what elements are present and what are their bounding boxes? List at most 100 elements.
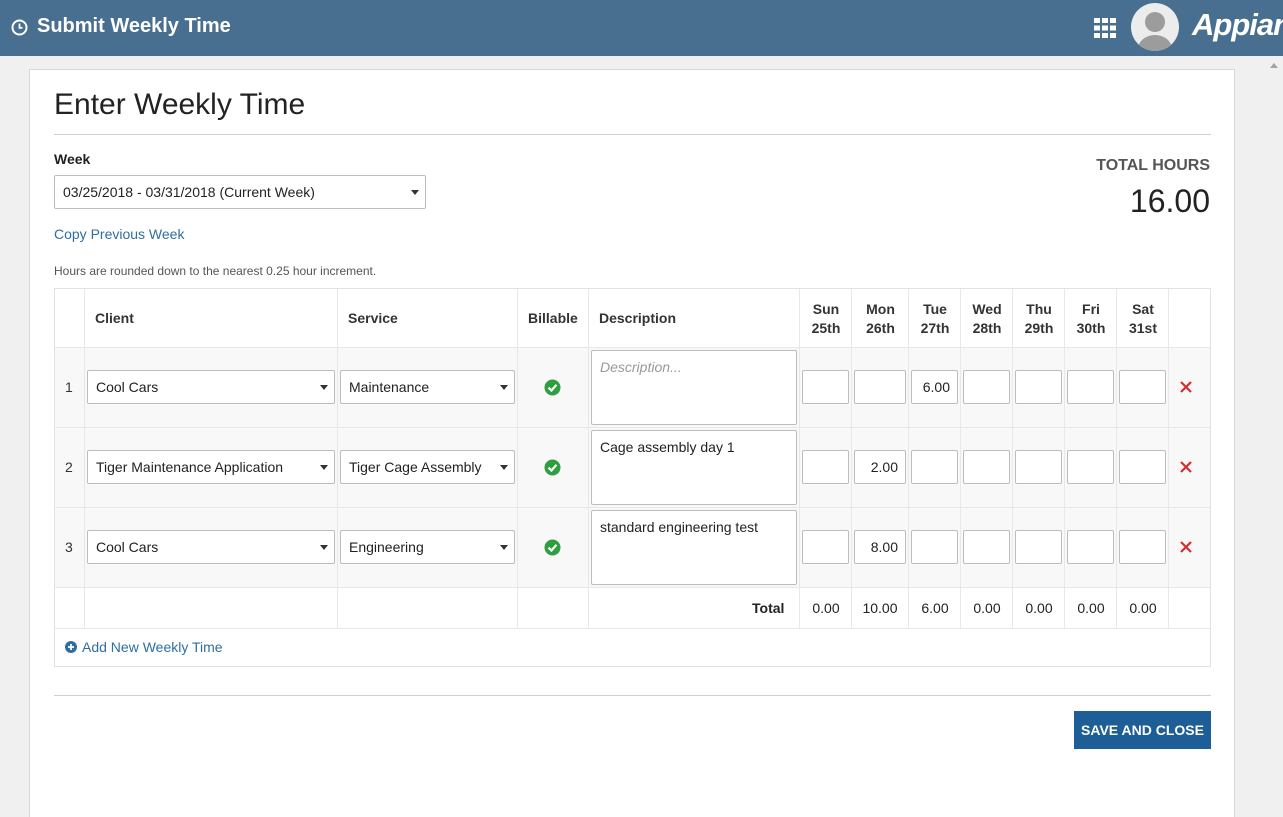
service-value: Engineering (349, 539, 424, 555)
hours-input-fri[interactable] (1067, 530, 1114, 564)
hours-input-tue[interactable]: 6.00 (911, 370, 958, 404)
grid-line (1012, 289, 1013, 629)
day-date: 25th (811, 320, 841, 336)
hours-input-fri[interactable] (1067, 370, 1114, 404)
week-dropdown-value: 03/25/2018 - 03/31/2018 (Current Week) (63, 184, 315, 200)
delete-row-icon[interactable] (1179, 380, 1193, 394)
apps-grid-icon[interactable] (1094, 18, 1116, 38)
app-title: Submit Weekly Time (37, 15, 231, 37)
hours-input-wed[interactable] (963, 450, 1010, 484)
add-link-label: Add New Weekly Time (82, 639, 223, 655)
caret-down-icon (500, 385, 508, 390)
caret-down-icon (411, 190, 419, 195)
service-dropdown[interactable]: Engineering (340, 530, 515, 564)
total-sun: 0.00 (812, 600, 840, 616)
hours-input-fri[interactable] (1067, 450, 1114, 484)
description-input[interactable]: Cage assembly day 1 (591, 430, 797, 505)
caret-down-icon (500, 545, 508, 550)
grid-line (851, 289, 852, 629)
hours-input-thu[interactable] (1015, 450, 1062, 484)
column-header-mon: Mon 26th (852, 300, 909, 338)
day-date: 31st (1128, 320, 1158, 336)
grid-line (960, 289, 961, 629)
grid-line (1116, 289, 1117, 629)
hours-input-tue[interactable] (911, 450, 958, 484)
day-name: Fri (1082, 301, 1100, 317)
day-name: Thu (1026, 301, 1052, 317)
column-header-fri: Fri 30th (1065, 300, 1117, 338)
description-value: standard engineering test (600, 519, 758, 535)
week-dropdown[interactable]: 03/25/2018 - 03/31/2018 (Current Week) (54, 175, 426, 209)
app-header: Submit Weekly Time Appian (0, 0, 1283, 56)
client-dropdown[interactable]: Tiger Maintenance Application (87, 450, 335, 484)
weekly-time-form: Enter Weekly Time Week 03/25/2018 - 03/3… (29, 69, 1235, 817)
grid-line (588, 289, 589, 629)
grid-line (55, 427, 1210, 428)
hours-input-wed[interactable] (963, 530, 1010, 564)
caret-down-icon (320, 545, 328, 550)
grid-line (517, 289, 518, 629)
clock-icon (11, 19, 28, 36)
day-date: 28th (972, 320, 1002, 336)
column-header-service: Service (348, 310, 398, 326)
hours-input-sun[interactable] (802, 530, 849, 564)
day-date: 29th (1024, 320, 1054, 336)
hours-input-mon[interactable]: 2.00 (854, 450, 906, 484)
hours-input-sun[interactable] (802, 370, 849, 404)
billable-check-icon (544, 459, 561, 476)
total-tue: 6.00 (921, 600, 949, 616)
hours-input-thu[interactable] (1015, 370, 1062, 404)
caret-down-icon (500, 465, 508, 470)
service-dropdown[interactable]: Maintenance (340, 370, 515, 404)
hours-input-mon[interactable]: 8.00 (854, 530, 906, 564)
user-silhouette-icon (1138, 12, 1172, 51)
scroll-up-arrow-icon[interactable] (1270, 63, 1278, 68)
hours-input-sat[interactable] (1119, 530, 1166, 564)
total-thu: 0.00 (1025, 600, 1053, 616)
total-fri: 0.00 (1077, 600, 1105, 616)
description-placeholder: Description... (600, 359, 682, 375)
row-number: 1 (65, 379, 73, 395)
description-value: Cage assembly day 1 (600, 439, 735, 455)
day-date: 26th (866, 320, 895, 336)
title-divider (54, 134, 1211, 135)
appian-logo: Appian (1192, 7, 1283, 42)
grid-line (337, 289, 338, 629)
delete-row-icon[interactable] (1179, 540, 1193, 554)
footer-divider (54, 695, 1211, 696)
delete-row-icon[interactable] (1179, 460, 1193, 474)
column-header-tue: Tue 27th (909, 300, 961, 338)
weekly-time-grid: Client Service Billable Description Sun 2… (54, 288, 1211, 667)
hours-input-thu[interactable] (1015, 530, 1062, 564)
page-title: Enter Weekly Time (54, 88, 306, 121)
hours-input-sat[interactable] (1119, 450, 1166, 484)
billable-check-icon (544, 539, 561, 556)
grid-line (1168, 289, 1169, 629)
service-dropdown[interactable]: Tiger Cage Assembly (340, 450, 515, 484)
hours-input-mon[interactable] (854, 370, 906, 404)
total-mon: 10.00 (862, 600, 898, 616)
client-dropdown[interactable]: Cool Cars (87, 370, 335, 404)
client-value: Cool Cars (96, 539, 159, 555)
hours-input-sat[interactable] (1119, 370, 1166, 404)
copy-previous-week-link[interactable]: Copy Previous Week (54, 226, 184, 242)
user-avatar[interactable] (1131, 3, 1179, 51)
vertical-scrollbar[interactable] (1266, 56, 1283, 817)
grid-line (55, 507, 1210, 508)
day-name: Tue (923, 301, 947, 317)
hours-input-wed[interactable] (963, 370, 1010, 404)
caret-down-icon (320, 465, 328, 470)
client-value: Tiger Maintenance Application (96, 459, 284, 475)
total-hours-value: 16.00 (1129, 183, 1210, 219)
hours-input-sun[interactable] (802, 450, 849, 484)
day-name: Sat (1132, 301, 1154, 317)
week-label: Week (54, 151, 91, 167)
description-input[interactable]: standard engineering test (591, 510, 797, 585)
client-dropdown[interactable]: Cool Cars (87, 530, 335, 564)
client-value: Cool Cars (96, 379, 159, 395)
save-and-close-button[interactable]: SAVE AND CLOSE (1074, 711, 1211, 749)
hours-input-tue[interactable] (911, 530, 958, 564)
column-header-sun: Sun 25th (800, 300, 852, 338)
description-input[interactable]: Description... (591, 350, 797, 425)
day-name: Wed (972, 301, 1002, 317)
